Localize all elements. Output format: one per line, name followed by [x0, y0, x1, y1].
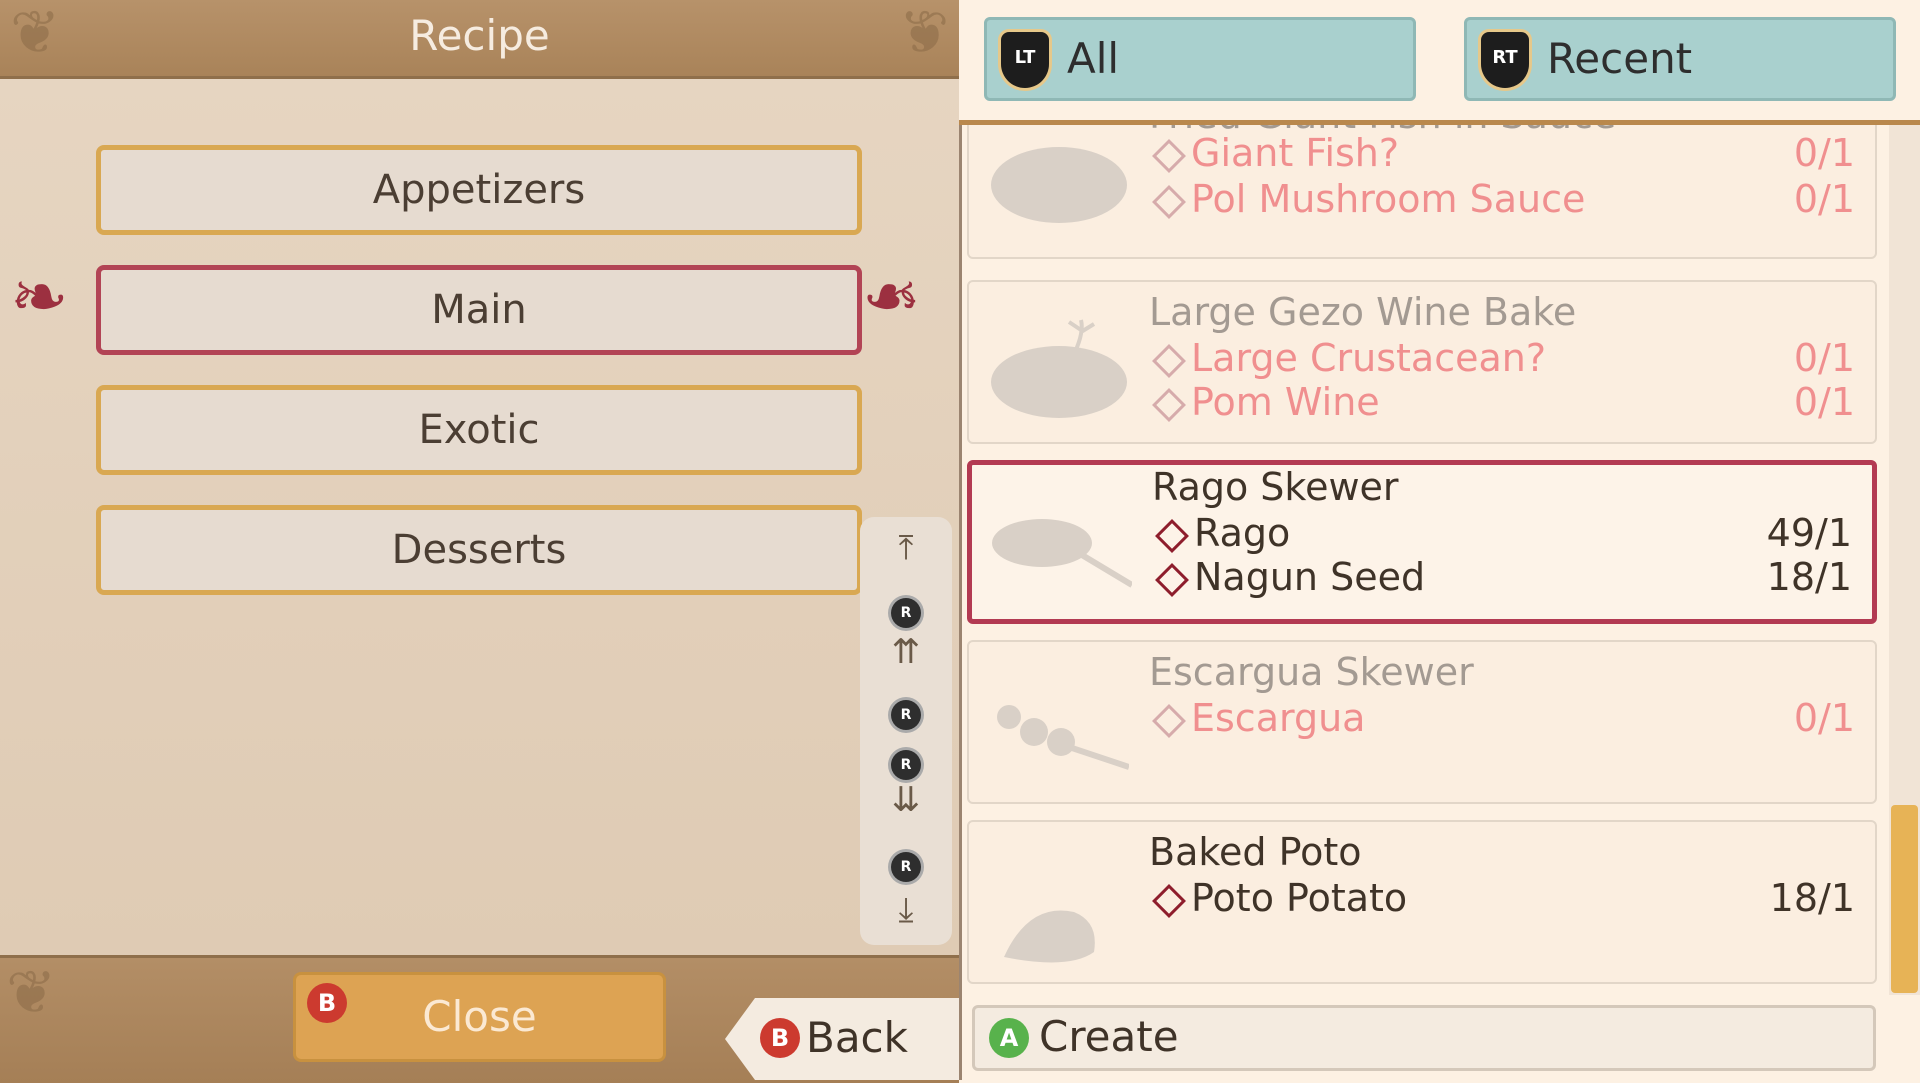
- page-title: Recipe: [409, 11, 550, 60]
- jump-to-bottom-icon[interactable]: ⤓: [860, 893, 952, 927]
- ingredient-row: Rago 49/1: [1152, 511, 1852, 555]
- tab-recent[interactable]: RT Recent: [1464, 17, 1896, 101]
- close-button[interactable]: Close: [293, 972, 666, 1062]
- right-stick-down-icon: R: [860, 843, 952, 882]
- category-panel: ❦ ❦ Recipe Appetizers ❧ Main ❧ Exotic De…: [0, 0, 959, 1083]
- category-desserts-button[interactable]: Desserts: [96, 505, 862, 595]
- recipe-name: Rago Skewer: [1152, 465, 1399, 509]
- ingredient-row: Escargua 0/1: [1149, 696, 1855, 740]
- right-stick-left-icon: R: [860, 691, 952, 730]
- panel-header: ❦ ❦ Recipe: [0, 0, 959, 79]
- double-down-icon[interactable]: ⇊: [860, 783, 952, 817]
- baked-potato-silhouette-icon: [1004, 910, 1095, 963]
- right-stick-up-icon: R: [860, 589, 952, 628]
- ingredient-qty: 49/1: [1766, 511, 1852, 555]
- ingredient-row: Large Crustacean? 0/1: [1149, 336, 1855, 380]
- scrollbar-thumb[interactable]: [1891, 805, 1918, 993]
- tab-label: All: [1067, 34, 1120, 83]
- close-button-label: Close: [422, 992, 537, 1041]
- diamond-icon: [1152, 343, 1186, 378]
- ingredient-qty: 0/1: [1793, 380, 1855, 424]
- category-label: Exotic: [418, 407, 540, 453]
- category-label: Main: [431, 287, 527, 333]
- diamond-icon: [1152, 883, 1186, 918]
- recipe-name: Large Gezo Wine Bake: [1149, 290, 1577, 334]
- create-button-label: Create: [1039, 1012, 1179, 1061]
- ingredient-row: Giant Fish? 0/1: [1149, 131, 1855, 175]
- diamond-icon: [1155, 518, 1189, 553]
- fried-fish-silhouette-icon: [991, 147, 1127, 223]
- ingredient-row: Nagun Seed 18/1: [1152, 555, 1852, 599]
- selection-ornament-right-icon: ❧: [862, 256, 921, 338]
- ingredient-qty: 0/1: [1793, 336, 1855, 380]
- diamond-icon: [1152, 387, 1186, 422]
- escargot-skewer-silhouette-icon: [997, 705, 1129, 770]
- double-up-icon[interactable]: ⇈: [860, 635, 952, 669]
- ingredient-row: Pom Wine 0/1: [1149, 380, 1855, 424]
- category-main-button[interactable]: Main: [96, 265, 862, 355]
- right-stick-right-icon: R: [860, 741, 952, 780]
- filter-tabs: LT All RT Recent: [959, 0, 1920, 125]
- diamond-icon: [1152, 703, 1186, 738]
- ingredient-qty: 0/1: [1793, 696, 1855, 740]
- ingredient-row: Pol Mushroom Sauce 0/1: [1149, 177, 1855, 221]
- category-appetizers-button[interactable]: Appetizers: [96, 145, 862, 235]
- category-exotic-button[interactable]: Exotic: [96, 385, 862, 475]
- diamond-icon: [1155, 562, 1189, 597]
- lt-trigger-icon: LT: [1001, 32, 1049, 88]
- ingredient-row: Poto Potato 18/1: [1149, 876, 1855, 920]
- skewer-silhouette-icon: [992, 519, 1132, 588]
- selection-ornament-left-icon: ❧: [10, 256, 69, 338]
- recipe-card-selected[interactable]: Rago Skewer Rago 49/1 Nagun Seed 18/1: [967, 460, 1877, 624]
- scroll-controls-hint: ⤒ R ⇈ R R ⇊ R ⤓: [860, 517, 952, 945]
- filigree-ornament-icon: ❦: [6, 958, 57, 1028]
- back-button-label: Back: [806, 1013, 908, 1062]
- recipe-card[interactable]: Large Gezo Wine Bake Large Crustacean? 0…: [967, 280, 1877, 444]
- tab-all[interactable]: LT All: [984, 17, 1416, 101]
- recipe-card[interactable]: Baked Poto Poto Potato 18/1: [967, 820, 1877, 984]
- ingredient-qty: 18/1: [1769, 876, 1855, 920]
- recipe-name: Baked Poto: [1149, 830, 1362, 874]
- recipe-card[interactable]: Escargua Skewer Escargua 0/1: [967, 640, 1877, 804]
- ingredient-qty: 0/1: [1793, 131, 1855, 175]
- tab-label: Recent: [1547, 34, 1693, 83]
- recipe-list: Fried Giant Fish in Sauce Giant Fish? 0/…: [959, 125, 1889, 995]
- diamond-icon: [1152, 138, 1186, 173]
- ingredient-qty: 0/1: [1793, 177, 1855, 221]
- ingredient-qty: 18/1: [1766, 555, 1852, 599]
- diamond-icon: [1152, 184, 1186, 219]
- recipe-name: Escargua Skewer: [1149, 650, 1474, 694]
- a-button-icon: A: [989, 1018, 1029, 1058]
- wine-bake-silhouette-icon: [991, 319, 1127, 418]
- b-button-icon: B: [307, 983, 347, 1023]
- category-label: Appetizers: [372, 167, 586, 213]
- recipe-card[interactable]: Fried Giant Fish in Sauce Giant Fish? 0/…: [967, 125, 1877, 259]
- jump-to-top-icon[interactable]: ⤒: [860, 531, 952, 565]
- rt-trigger-icon: RT: [1481, 32, 1529, 88]
- create-button[interactable]: A Create: [972, 1005, 1876, 1071]
- b-button-icon: B: [760, 1018, 800, 1058]
- category-label: Desserts: [391, 527, 567, 573]
